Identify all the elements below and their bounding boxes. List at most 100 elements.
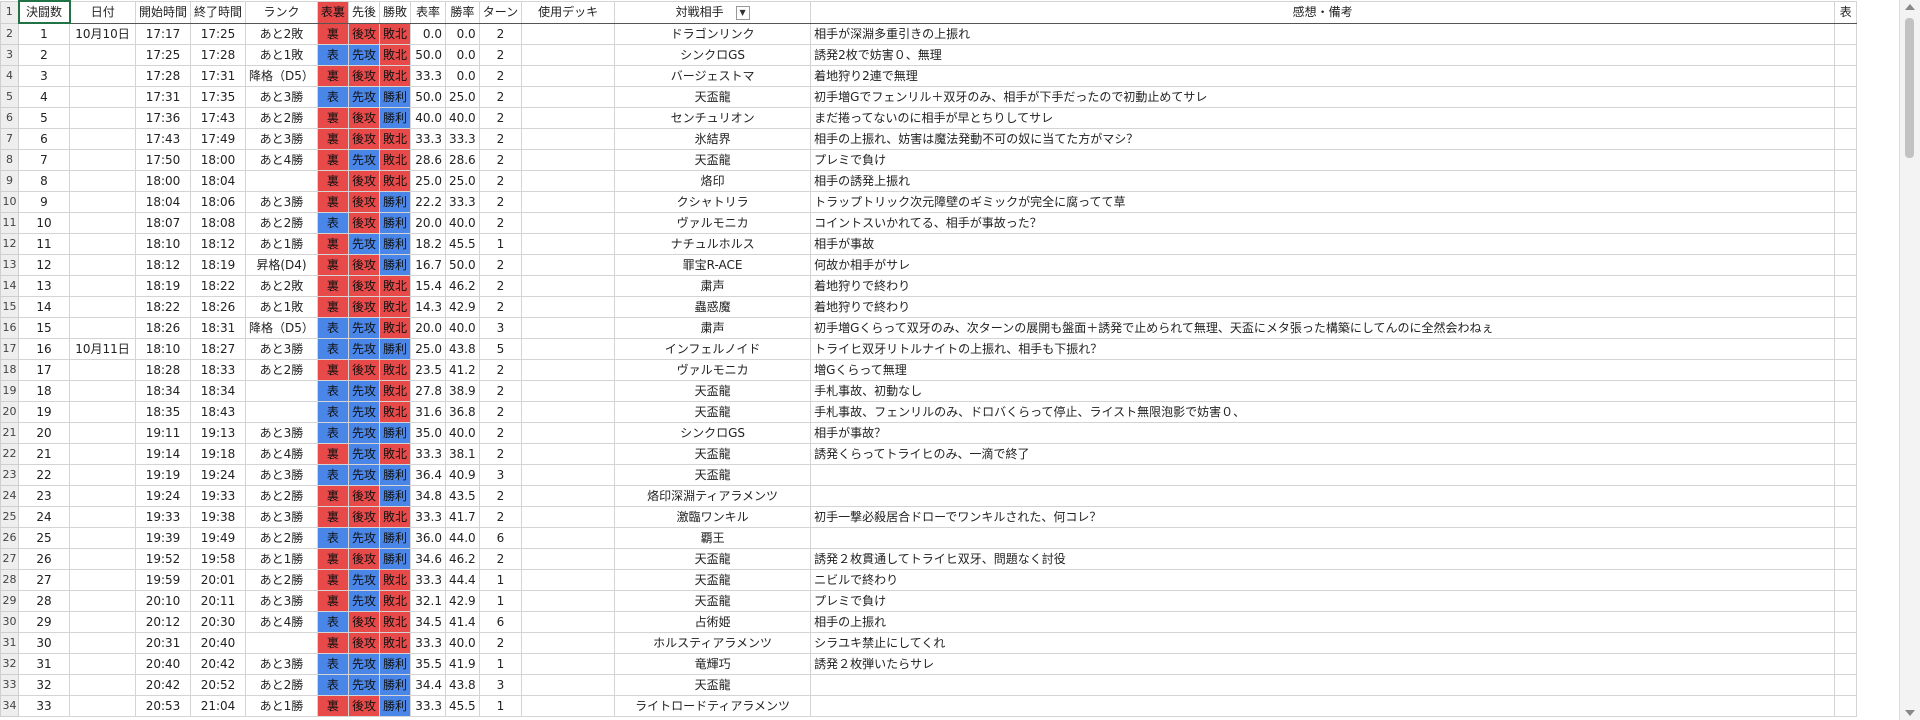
row-number[interactable]: 14 bbox=[0, 275, 19, 297]
cell-result[interactable]: 敗北 bbox=[378, 275, 411, 297]
cell-start-time[interactable]: 19:24 bbox=[134, 485, 192, 507]
cell-omote-ura[interactable]: 裏 bbox=[316, 569, 349, 591]
cell-date[interactable] bbox=[69, 464, 136, 486]
cell-result[interactable]: 敗北 bbox=[378, 359, 411, 381]
cell-senkou[interactable]: 後攻 bbox=[347, 254, 380, 276]
cell-omote-rate[interactable]: 20.0 bbox=[409, 317, 446, 339]
cell-result[interactable]: 敗北 bbox=[378, 590, 411, 612]
header-rank[interactable]: ランク bbox=[245, 0, 318, 24]
cell-turn[interactable]: 2 bbox=[478, 44, 523, 66]
cell-no[interactable]: 9 bbox=[18, 191, 70, 213]
filter-dropdown-icon[interactable]: ▼ bbox=[735, 5, 750, 20]
cell-omote-ura[interactable]: 表 bbox=[316, 674, 349, 696]
cell-date[interactable] bbox=[69, 233, 136, 255]
cell-start-time[interactable]: 18:22 bbox=[134, 296, 192, 318]
row-number[interactable]: 17 bbox=[0, 338, 19, 360]
cell-result[interactable]: 敗北 bbox=[378, 170, 411, 192]
cell-rank[interactable]: 昇格(D4) bbox=[245, 254, 318, 276]
row-number[interactable]: 20 bbox=[0, 401, 19, 423]
cell-omote-rate[interactable]: 25.0 bbox=[409, 170, 446, 192]
cell-senkou[interactable]: 後攻 bbox=[347, 65, 380, 87]
cell-start-time[interactable]: 20:31 bbox=[134, 632, 192, 654]
cell-opponent[interactable]: センチュリオン bbox=[614, 107, 812, 129]
cell-extra[interactable] bbox=[1834, 359, 1858, 381]
cell-turn[interactable]: 6 bbox=[478, 527, 523, 549]
cell-opponent[interactable]: インフェルノイド bbox=[614, 338, 812, 360]
cell-result[interactable]: 敗北 bbox=[378, 611, 411, 633]
cell-extra[interactable] bbox=[1834, 380, 1858, 402]
cell-senkou[interactable]: 先攻 bbox=[347, 569, 380, 591]
cell-start-time[interactable]: 18:10 bbox=[134, 338, 192, 360]
cell-result[interactable]: 勝利 bbox=[378, 674, 411, 696]
cell-win-rate[interactable]: 45.5 bbox=[444, 695, 480, 717]
cell-win-rate[interactable]: 33.3 bbox=[444, 128, 480, 150]
cell-rank[interactable]: あと3勝 bbox=[245, 464, 318, 486]
cell-deck[interactable] bbox=[521, 401, 616, 423]
cell-extra[interactable] bbox=[1834, 422, 1858, 444]
cell-extra[interactable] bbox=[1834, 527, 1858, 549]
cell-no[interactable]: 6 bbox=[18, 128, 70, 150]
cell-no[interactable]: 31 bbox=[18, 653, 70, 675]
cell-start-time[interactable]: 19:33 bbox=[134, 506, 192, 528]
cell-turn[interactable]: 2 bbox=[478, 107, 523, 129]
cell-date[interactable]: 10月11日 bbox=[69, 338, 136, 360]
cell-date[interactable] bbox=[69, 296, 136, 318]
cell-omote-rate[interactable]: 36.0 bbox=[409, 527, 446, 549]
cell-deck[interactable] bbox=[521, 149, 616, 171]
cell-rank[interactable]: あと2敗 bbox=[245, 22, 318, 45]
cell-no[interactable]: 17 bbox=[18, 359, 70, 381]
cell-notes[interactable]: 着地狩りで終わり bbox=[810, 275, 1836, 297]
cell-omote-ura[interactable]: 表 bbox=[316, 86, 349, 108]
cell-result[interactable]: 勝利 bbox=[378, 254, 411, 276]
cell-no[interactable]: 20 bbox=[18, 422, 70, 444]
cell-date[interactable] bbox=[69, 191, 136, 213]
header-omote-ura[interactable]: 表裏 bbox=[316, 0, 349, 24]
cell-senkou[interactable]: 先攻 bbox=[347, 527, 380, 549]
cell-no[interactable]: 7 bbox=[18, 149, 70, 171]
cell-no[interactable]: 25 bbox=[18, 527, 70, 549]
cell-win-rate[interactable]: 36.8 bbox=[444, 401, 480, 423]
cell-start-time[interactable]: 20:53 bbox=[134, 695, 192, 717]
cell-notes[interactable]: 初手一撃必殺居合ドローでワンキルされた、何コレ？ bbox=[810, 506, 1836, 528]
cell-date[interactable] bbox=[69, 212, 136, 234]
cell-turn[interactable]: 2 bbox=[478, 506, 523, 528]
row-number[interactable]: 4 bbox=[0, 65, 19, 87]
cell-opponent[interactable]: バージェストマ bbox=[614, 65, 812, 87]
cell-deck[interactable] bbox=[521, 22, 616, 45]
cell-rank[interactable]: あと2勝 bbox=[245, 674, 318, 696]
cell-omote-ura[interactable]: 表 bbox=[316, 422, 349, 444]
cell-no[interactable]: 14 bbox=[18, 296, 70, 318]
cell-opponent[interactable]: 天盃龍 bbox=[614, 590, 812, 612]
cell-result[interactable]: 勝利 bbox=[378, 422, 411, 444]
cell-date[interactable] bbox=[69, 548, 136, 570]
cell-start-time[interactable]: 17:25 bbox=[134, 44, 192, 66]
cell-deck[interactable] bbox=[521, 506, 616, 528]
cell-extra[interactable] bbox=[1834, 22, 1858, 45]
cell-omote-rate[interactable]: 27.8 bbox=[409, 380, 446, 402]
header-end-time[interactable]: 終了時間 bbox=[190, 0, 247, 24]
cell-omote-rate[interactable]: 20.0 bbox=[409, 212, 446, 234]
cell-start-time[interactable]: 19:14 bbox=[134, 443, 192, 465]
cell-omote-rate[interactable]: 50.0 bbox=[409, 86, 446, 108]
cell-extra[interactable] bbox=[1834, 254, 1858, 276]
cell-end-time[interactable]: 17:49 bbox=[190, 128, 247, 150]
cell-deck[interactable] bbox=[521, 317, 616, 339]
cell-omote-rate[interactable]: 35.5 bbox=[409, 653, 446, 675]
cell-date[interactable] bbox=[69, 359, 136, 381]
cell-turn[interactable]: 2 bbox=[478, 380, 523, 402]
cell-deck[interactable] bbox=[521, 464, 616, 486]
cell-opponent[interactable]: 烙印 bbox=[614, 170, 812, 192]
cell-senkou[interactable]: 後攻 bbox=[347, 611, 380, 633]
cell-turn[interactable]: 2 bbox=[478, 422, 523, 444]
cell-result[interactable]: 勝利 bbox=[378, 653, 411, 675]
cell-turn[interactable]: 2 bbox=[478, 401, 523, 423]
cell-date[interactable] bbox=[69, 149, 136, 171]
cell-opponent[interactable]: 烙印深淵ティアラメンツ bbox=[614, 485, 812, 507]
cell-omote-rate[interactable]: 34.8 bbox=[409, 485, 446, 507]
cell-deck[interactable] bbox=[521, 254, 616, 276]
cell-omote-ura[interactable]: 裏 bbox=[316, 590, 349, 612]
cell-end-time[interactable]: 18:43 bbox=[190, 401, 247, 423]
cell-extra[interactable] bbox=[1834, 485, 1858, 507]
cell-deck[interactable] bbox=[521, 338, 616, 360]
header-senkou[interactable]: 先後 bbox=[347, 0, 380, 24]
